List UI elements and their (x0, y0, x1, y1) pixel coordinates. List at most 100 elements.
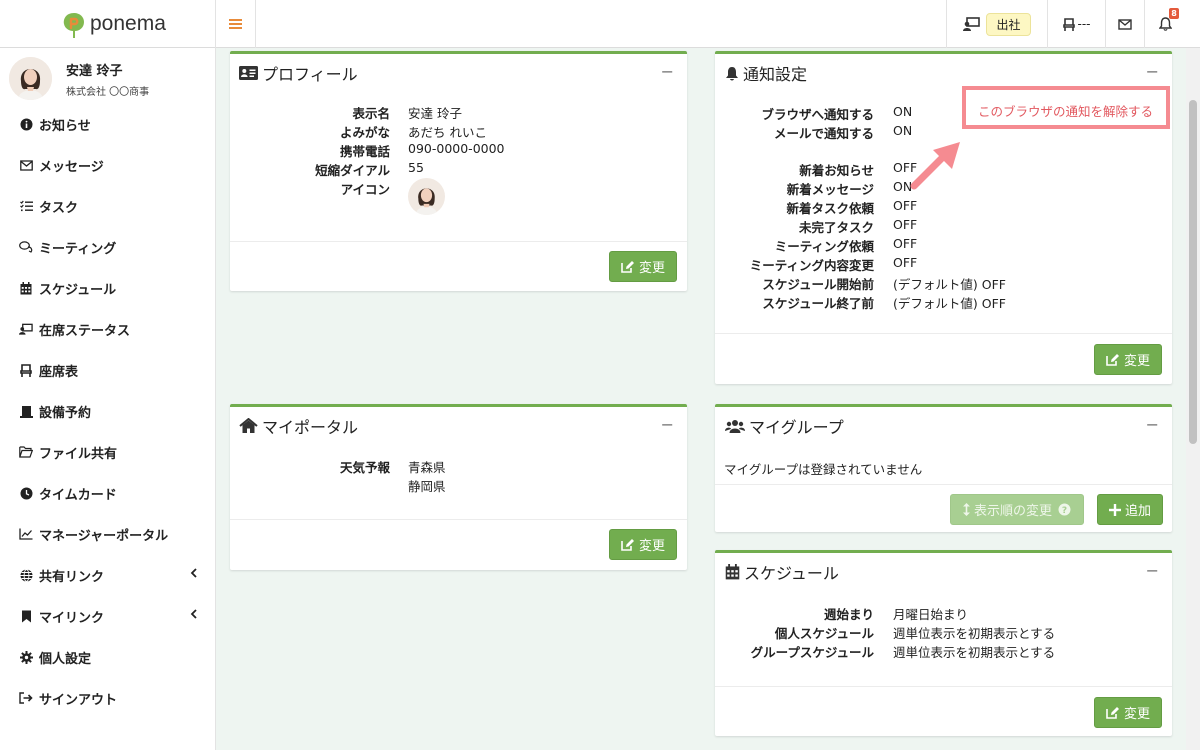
chevron-left-icon (190, 609, 197, 619)
bookmark-icon (19, 609, 33, 623)
schedule-value: 週単位表示を初期表示とする (893, 645, 1056, 660)
brand[interactable]: ponema (0, 0, 216, 48)
seat-button[interactable]: --- (1047, 0, 1105, 48)
avatar (9, 57, 52, 100)
sort-order-button[interactable]: 表示順の変更 ? (950, 494, 1084, 525)
user-company: 株式会社 〇〇商事 (66, 87, 150, 98)
schedule-value: 週単位表示を初期表示とする (893, 626, 1056, 641)
edit-icon (621, 260, 635, 273)
sidebar-item-notices[interactable]: お知らせ (0, 105, 215, 143)
button-label: 変更 (1123, 707, 1150, 722)
sidebar-item-label: メッセージ (39, 159, 104, 175)
card-title: スケジュール (744, 564, 839, 583)
folder-icon (19, 445, 33, 459)
collapse-button[interactable]: − (1146, 415, 1159, 434)
notify-value: OFF (893, 198, 918, 213)
presence-icon (19, 322, 33, 336)
schedule-value: 月曜日始まり (893, 607, 969, 622)
notify-label: 未完了タスク (798, 220, 874, 235)
equipment-icon (19, 404, 33, 418)
weather-label: 天気予報 (339, 460, 390, 475)
card-header: プロフィール (230, 54, 687, 92)
globe-icon (19, 568, 33, 582)
annotation-arrow-icon (910, 142, 960, 190)
edit-icon (1106, 353, 1120, 366)
collapse-button[interactable]: − (661, 415, 674, 434)
profile-label: 表示名 (352, 106, 390, 121)
notification-button[interactable]: 8 (1144, 0, 1186, 48)
schedule-edit-button[interactable]: 変更 (1094, 697, 1162, 728)
profile-card: プロフィール − 表示名 安達 玲子 よみがな あだち れいこ 携帯電話 090… (230, 51, 687, 291)
bell-icon (724, 65, 739, 82)
notify-value: (デフォルト値) OFF (893, 277, 1006, 292)
sidebar-item-schedule[interactable]: スケジュール (0, 269, 215, 307)
message-button[interactable] (1105, 0, 1144, 48)
top-header: ponema 出社 --- 8 (0, 0, 1200, 48)
notify-label: ミーティング内容変更 (749, 258, 874, 273)
notify-value: (デフォルト値) OFF (893, 296, 1006, 311)
scrollbar-thumb[interactable] (1189, 100, 1197, 444)
sidebar-item-label: タイムカード (39, 487, 117, 503)
schedule-label: 週始まり (823, 607, 874, 622)
sidebar-item-seating-chart[interactable]: 座席表 (0, 351, 215, 389)
collapse-button[interactable]: − (1146, 561, 1159, 580)
notify-label: ブラウザへ通知する (761, 107, 874, 122)
notify-edit-button[interactable]: 変更 (1094, 344, 1162, 375)
sidebar-item-meetings[interactable]: ミーティング (0, 228, 215, 266)
sidebar-item-equipment-booking[interactable]: 設備予約 (0, 392, 215, 430)
card-title: 通知設定 (743, 65, 808, 84)
seat-text: --- (1077, 17, 1091, 31)
user-avatar-icon (9, 57, 52, 100)
sidebar-item-shared-links[interactable]: 共有リンク (0, 556, 215, 594)
sidebar-item-sign-out[interactable]: サインアウト (0, 679, 215, 717)
sidebar-item-timecard[interactable]: タイムカード (0, 474, 215, 512)
empty-groups-message: マイグループは登録されていません (724, 462, 923, 477)
sidebar-item-label: 在席ステータス (39, 323, 131, 339)
brand-name: ponema (90, 12, 166, 35)
profile-label: 携帯電話 (339, 144, 390, 159)
sidebar-item-label: 座席表 (39, 364, 79, 380)
attendance-status-button[interactable]: 出社 (946, 0, 1047, 48)
mail-icon (19, 158, 33, 172)
notify-label: 新着メッセージ (786, 182, 874, 197)
sidebar-item-manager-portal[interactable]: マネージャーポータル (0, 515, 215, 553)
chat-icon (19, 240, 33, 254)
sidebar-item-file-sharing[interactable]: ファイル共有 (0, 433, 215, 471)
weather-value: 青森県 (408, 460, 446, 475)
info-icon (19, 117, 33, 131)
edit-icon (1106, 706, 1120, 719)
add-group-button[interactable]: 追加 (1097, 494, 1163, 525)
sidebar-item-messages[interactable]: メッセージ (0, 146, 215, 184)
chart-icon (19, 527, 33, 541)
user-profile[interactable]: 安達 玲子 株式会社 〇〇商事 (0, 48, 215, 104)
sort-icon (962, 503, 970, 516)
notify-value: OFF (893, 255, 918, 270)
schedule-label: グループスケジュール (750, 645, 874, 660)
notify-label: ミーティング依頼 (774, 239, 874, 254)
sidebar-item-tasks[interactable]: タスク (0, 187, 215, 225)
portal-edit-button[interactable]: 変更 (609, 529, 677, 560)
card-title: プロフィール (262, 65, 358, 84)
sidebar-item-personal-settings[interactable]: 個人設定 (0, 638, 215, 676)
profile-edit-button[interactable]: 変更 (609, 251, 677, 282)
chevron-left-icon (190, 568, 197, 578)
notify-value: ON (893, 104, 913, 119)
profile-value: あだち れいこ (408, 125, 487, 140)
collapse-button[interactable]: − (1146, 62, 1159, 81)
profile-label: よみがな (339, 125, 390, 140)
collapse-button[interactable]: − (661, 62, 674, 81)
hamburger-icon (229, 23, 242, 25)
sidebar-item-label: 設備予約 (39, 405, 92, 421)
users-icon (724, 418, 745, 435)
user-avatar-icon (408, 178, 445, 215)
svg-text:?: ? (1062, 506, 1067, 516)
attendance-status-badge: 出社 (986, 12, 1031, 36)
button-label: 変更 (638, 539, 665, 554)
page-scrollbar[interactable] (1186, 48, 1200, 750)
unsubscribe-browser-link[interactable]: このブラウザの通知を解除する (978, 101, 1153, 120)
id-card-icon (239, 65, 258, 82)
sidebar-item-presence[interactable]: 在席ステータス (0, 310, 215, 348)
sidebar-item-my-links[interactable]: マイリンク (0, 597, 215, 635)
menu-toggle-button[interactable] (216, 0, 256, 48)
sidebar-item-label: タスク (39, 200, 79, 216)
